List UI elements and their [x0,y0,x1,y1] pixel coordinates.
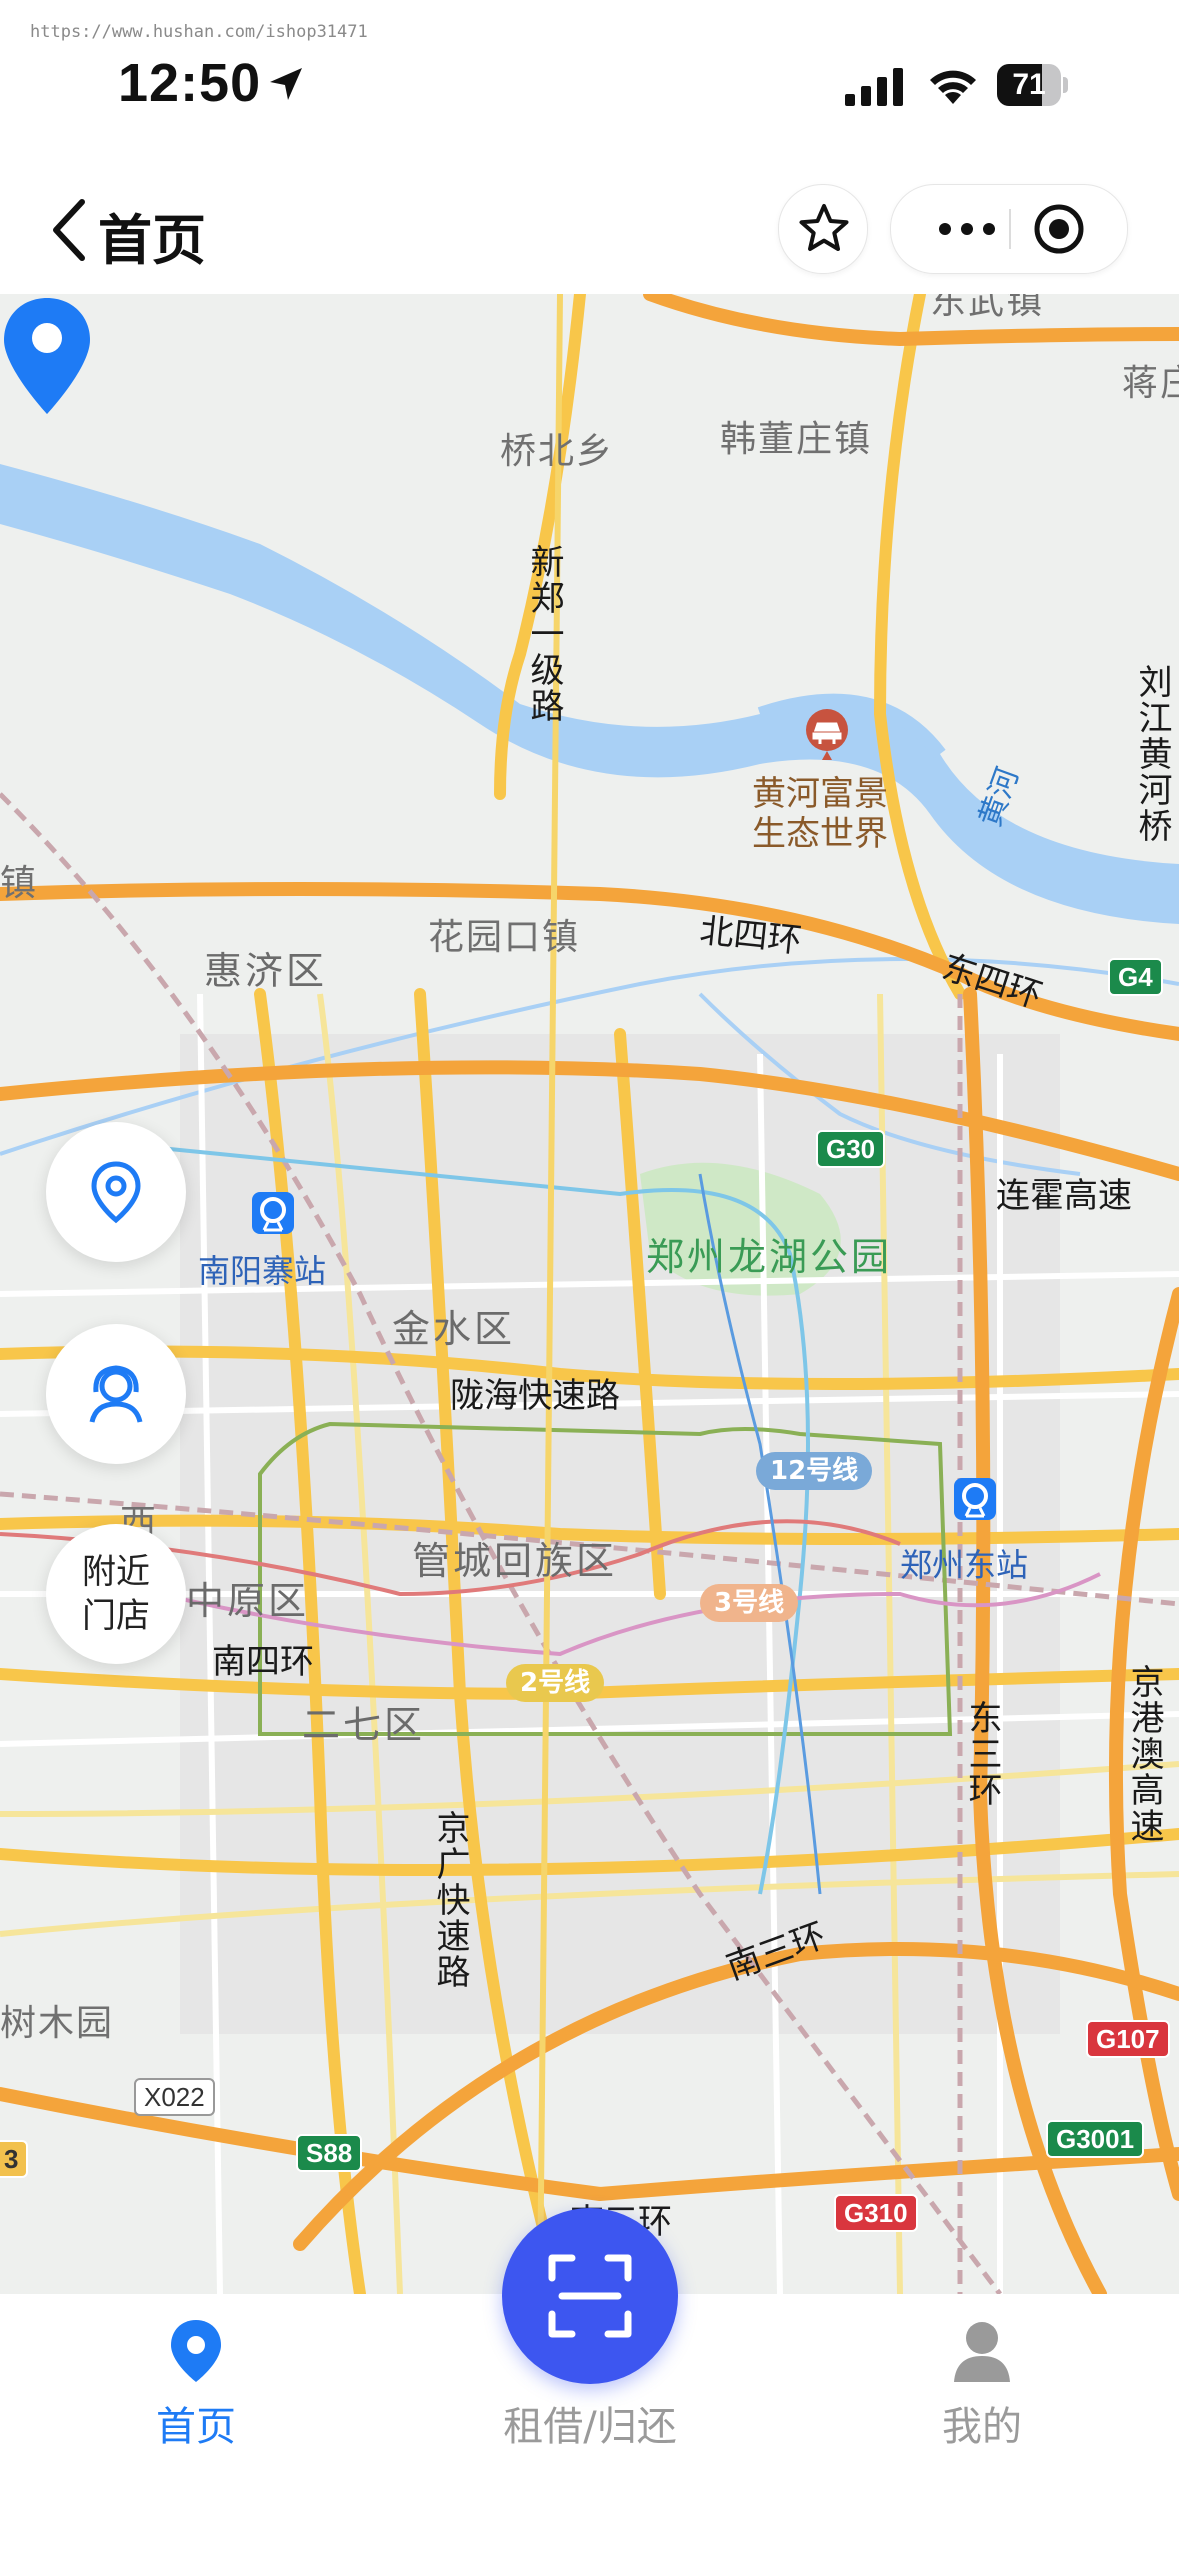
status-bar: 12:50 71 [0,0,1179,140]
map-label-road: 北四环 [697,910,804,962]
star-icon [799,204,849,251]
map-label-district: 中原区 [186,1579,310,1623]
location-pin-icon [91,1161,141,1224]
tab-rent-return-label: 租借/归还 [503,2404,677,2450]
battery-indicator: 71 [997,64,1069,106]
scan-icon [548,2254,632,2338]
favorite-button[interactable] [778,184,868,274]
map-label-district: 惠济区 [204,949,328,993]
highway-shield: X022 [134,2078,215,2116]
highway-shield: 3 [0,2140,29,2178]
chevron-left-icon[interactable] [46,194,90,266]
metro-line-badge: 3号线 [700,1584,799,1622]
metro-line-badge: 2号线 [506,1664,605,1702]
map-label-road: 京港澳高速 [1124,1664,1164,1844]
tab-rent-return[interactable]: 租借/归还 [460,2208,720,2494]
map-location-marker[interactable] [0,294,94,418]
train-station-icon [252,1192,294,1234]
map-label-road: 刘江黄河桥 [1132,664,1172,844]
highway-shield: G30 [816,1130,886,1168]
battery-level: 71 [1012,68,1046,101]
map-label-district: 管城回族区 [412,1539,618,1583]
train-station-icon [954,1478,996,1520]
highway-shield: G3001 [1046,2120,1145,2158]
status-time: 12:50 [118,53,262,113]
map-label-road: 东三环 [962,1700,1002,1808]
metro-line-badge: 12号线 [756,1452,873,1490]
map-label-town: 树木园 [0,2003,115,2044]
customer-service-button[interactable] [46,1324,186,1464]
map-label-station: 南阳寨站 [198,1252,327,1290]
cellular-signal-icon [845,68,903,106]
user-profile-icon [954,2322,1010,2382]
map-label-park: 郑州龙湖公园 [646,1235,893,1279]
miniapp-capsule [890,184,1128,274]
wifi-icon [930,70,976,104]
map-label-poi: 黄河富景生态世界 [752,774,888,854]
highway-shield: G4 [1108,958,1163,996]
map-label-town: 韩董庄镇 [720,419,873,460]
map-label-town: 桥北乡 [500,431,615,472]
capsule-divider [1009,209,1011,249]
target-circle-icon[interactable] [1031,201,1087,257]
more-dots-icon[interactable] [927,203,1007,255]
navigation-bar: 首页 [0,168,1179,294]
map-label-station: 郑州东站 [900,1546,1029,1584]
map-label-road: 南四环 [212,1642,314,1682]
attraction-icon [806,709,848,760]
tab-mine[interactable]: 我的 [852,2294,1112,2494]
map-label-town: 镇 [0,863,39,904]
map-label-district: 二七区 [302,1703,426,1747]
highway-shield: S88 [296,2134,363,2172]
map-label-road: 新郑一级路 [524,544,564,724]
map-label-town: 东武镇 [930,294,1045,322]
nearby-stores-button[interactable]: 附近 门店 [46,1524,186,1664]
map-label-town: 花园口镇 [428,917,581,958]
tab-home[interactable]: 首页 [66,2294,326,2494]
tab-mine-label: 我的 [942,2404,1022,2450]
location-arrow-icon [270,68,302,100]
nearby-stores-label: 附近 门店 [82,1552,150,1636]
map-label-town: 蒋庄 [1122,363,1179,404]
map-view[interactable]: 桥北乡 韩董庄镇 东武镇 蒋庄 镇 花园口镇 树木园 西 新郑一级路 刘江黄河桥… [0,294,1179,2294]
map-label-district: 金水区 [392,1307,516,1351]
home-location-icon [171,2320,221,2382]
tab-home-label: 首页 [156,2404,236,2450]
scan-button[interactable] [502,2208,678,2384]
map-label-road: 陇海快速路 [450,1376,620,1416]
map-canvas [0,294,1179,2294]
highway-shield: G310 [834,2194,918,2232]
tab-bar: 首页 租借/归还 我的 [0,2208,1179,2556]
customer-service-icon [89,1365,143,1423]
highway-shield: G107 [1086,2020,1170,2058]
locate-button[interactable] [46,1122,186,1262]
map-label-road: 连霍高速 [996,1176,1132,1216]
map-label-road: 京广快速路 [430,1810,470,1990]
page-title: 首页 [98,209,206,272]
